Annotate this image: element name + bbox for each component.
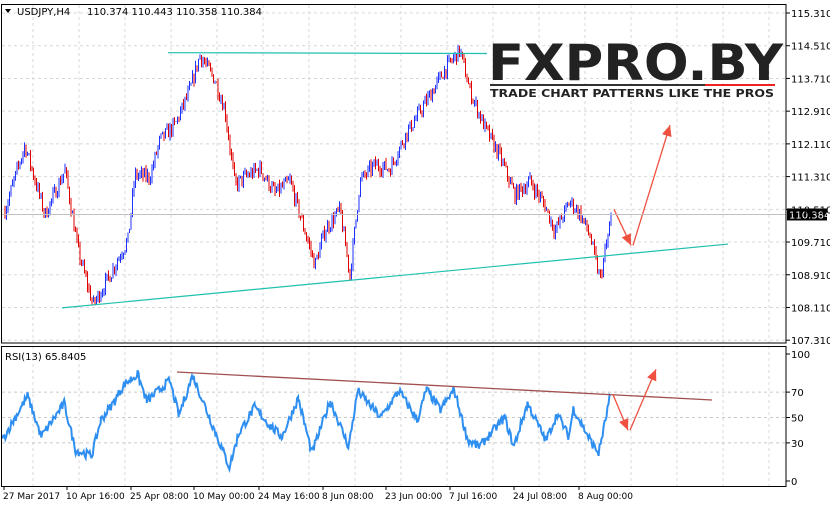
rsi-tick-label: 30 (791, 439, 804, 450)
symbol-label: USDJPY,H4 (17, 7, 70, 18)
price-tick-label: 115.310 (791, 9, 830, 20)
support-trendline (61, 243, 729, 309)
logo-tagline: TRADE CHART PATTERNS LIKE THE PROS (490, 87, 774, 100)
rsi-panel-frame (1, 346, 787, 487)
time-tick-label: 10 May 00:00 (193, 492, 255, 502)
fxpro-logo: FXPRO.BY TRADE CHART PATTERNS LIKE THE P… (488, 34, 784, 100)
logo-brand: FXPRO.BY (488, 34, 784, 92)
rsi-series (1, 369, 611, 474)
price-tick-label: 107.310 (791, 336, 830, 347)
time-tick-label: 24 May 16:00 (258, 492, 320, 502)
rsi-label: RSI(13) 65.8405 (5, 352, 86, 363)
price-tick-label: 112.110 (791, 140, 830, 151)
price-tick-label: 113.710 (791, 74, 830, 85)
price-tick-label: 109.710 (791, 238, 830, 249)
time-tick-label: 24 Jul 08:00 (513, 492, 567, 502)
logo-rule-red (705, 84, 775, 86)
price-up-arrow (632, 124, 671, 246)
rsi-tick-label: 50 (791, 414, 804, 425)
rsi-line (1, 369, 611, 474)
price-tick-label: 112.910 (791, 107, 830, 118)
ohlc-values: 110.374 110.443 110.358 110.384 (87, 7, 262, 18)
rsi-trendline (176, 371, 713, 401)
time-tick-label: 23 Jun 00:00 (385, 492, 442, 502)
price-tick-label: 108.910 (791, 271, 830, 282)
arrow-head-icon (661, 125, 672, 138)
rsi-tick-label: 70 (791, 388, 804, 399)
time-tick-label: 8 Aug 00:00 (578, 492, 633, 502)
time-tick-label: 25 Apr 08:00 (130, 492, 189, 502)
price-tick-label: 108.110 (791, 303, 830, 314)
price-tick-label: 114.510 (791, 42, 830, 53)
time-tick-label: 10 Apr 16:00 (66, 492, 125, 502)
time-tick-label: 27 Mar 2017 (3, 492, 60, 502)
resistance-trendline (167, 52, 488, 55)
price-tick-label: 110.510 (791, 205, 830, 216)
rsi-tick-label: 0 (791, 477, 797, 488)
rsi-tick-label: 100 (791, 350, 810, 361)
chart-canvas[interactable]: FXPRO.BY TRADE CHART PATTERNS LIKE THE P… (0, 0, 830, 508)
time-tick-label: 8 Jun 08:00 (322, 492, 374, 502)
collapse-triangle-icon[interactable] (5, 9, 11, 13)
time-tick-label: 7 Jul 16:00 (449, 492, 498, 502)
chart-window: FXPRO.BY TRADE CHART PATTERNS LIKE THE P… (0, 0, 830, 508)
price-tick-label: 111.310 (791, 173, 830, 184)
